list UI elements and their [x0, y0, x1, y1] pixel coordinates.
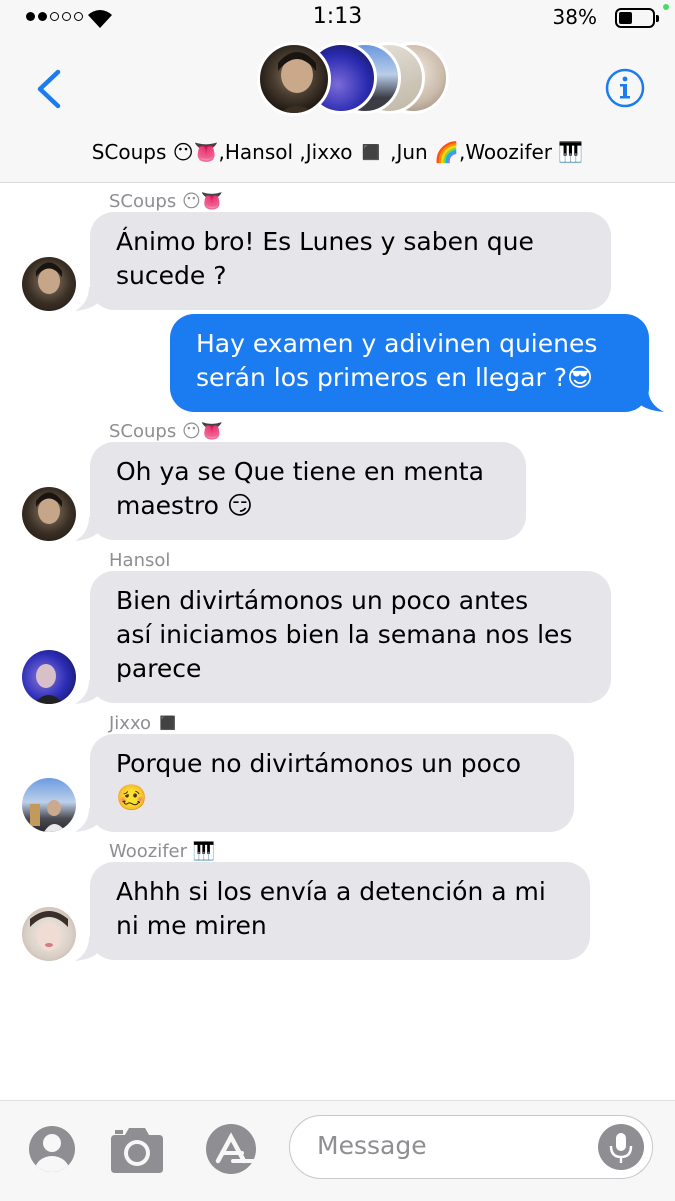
message-text: 🥴	[116, 783, 148, 812]
sender-name: Hansol	[109, 550, 171, 571]
message-text: maestro 😏	[116, 491, 253, 520]
message-text: Oh ya se Que tiene en menta	[116, 457, 484, 486]
avatar[interactable]	[22, 487, 76, 541]
battery-icon	[615, 8, 659, 28]
sender-name: SCoups 😶👅	[109, 191, 224, 212]
avatar[interactable]	[22, 650, 76, 704]
message-text: así iniciamos bien la semana nos les	[116, 620, 573, 649]
group-title[interactable]: SCoups 😶👅,Hansol ,Jixxo ◼️ ,Jun 🌈,Woozif…	[0, 140, 675, 164]
info-icon[interactable]	[605, 68, 645, 108]
message-field[interactable]: Message	[289, 1115, 653, 1179]
battery-percent: 38%	[552, 5, 597, 29]
message-bubble[interactable]: Porque no divirtámonos un poco 🥴	[90, 734, 574, 832]
message-text: Porque no divirtámonos un poco	[116, 749, 522, 778]
sender-name: Woozifer 🎹	[109, 841, 216, 862]
message-bubble[interactable]: Ahhh si los envía a detención a mi ni me…	[90, 862, 590, 960]
avatar[interactable]	[22, 257, 76, 311]
message-bubble[interactable]: Bien divirtámonos un poco antes así inic…	[90, 571, 611, 703]
message-text: serán los primeros en llegar ?😎	[196, 363, 594, 392]
message-text: Bien divirtámonos un poco antes	[116, 586, 529, 615]
message-text: sucede ?	[116, 261, 227, 290]
avatar[interactable]	[22, 778, 76, 832]
message-text: Hay examen y adivinen quienes	[196, 329, 598, 358]
message-placeholder: Message	[317, 1131, 427, 1160]
camera-icon[interactable]	[107, 1125, 167, 1175]
avatar[interactable]	[22, 907, 76, 961]
group-avatars[interactable]	[257, 42, 452, 120]
message-text: Ánimo bro! Es Lunes y saben que	[116, 227, 534, 256]
person-icon[interactable]	[27, 1124, 77, 1174]
app-store-icon[interactable]	[200, 1123, 262, 1175]
message-text: ni me miren	[116, 911, 267, 940]
message-input-bar: Message	[0, 1100, 675, 1201]
message-bubble[interactable]: Ánimo bro! Es Lunes y saben que sucede ?	[90, 212, 611, 310]
message-bubble[interactable]: Oh ya se Que tiene en menta maestro 😏	[90, 442, 526, 540]
message-bubble-outgoing[interactable]: Hay examen y adivinen quienes serán los …	[170, 314, 649, 412]
message-text: parece	[116, 654, 202, 683]
sender-name: SCoups 😶👅	[109, 421, 224, 442]
bubble-tail	[636, 388, 664, 412]
privacy-indicator	[663, 4, 669, 10]
chevron-left-icon[interactable]	[30, 66, 70, 112]
avatar	[257, 42, 331, 116]
status-bar: 1:13 38%	[0, 0, 675, 36]
sender-name: Jixxo ◼️	[109, 713, 180, 734]
message-thread: SCoups 😶👅 Ánimo bro! Es Lunes y saben qu…	[0, 183, 675, 1098]
message-text: Ahhh si los envía a detención a mi	[116, 877, 546, 906]
microphone-icon	[609, 1133, 633, 1163]
conversation-header: SCoups 😶👅,Hansol ,Jixxo ◼️ ,Jun 🌈,Woozif…	[0, 36, 675, 183]
microphone-button[interactable]	[598, 1124, 644, 1170]
